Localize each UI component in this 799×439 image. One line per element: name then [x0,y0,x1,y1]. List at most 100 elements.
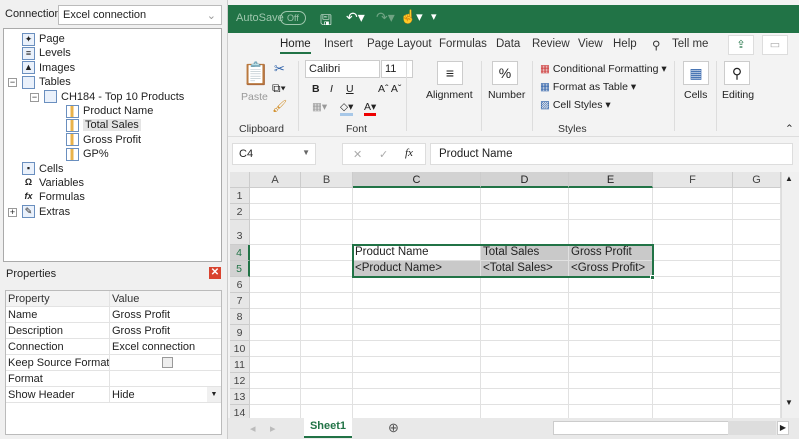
tree-item[interactable]: Tables [22,75,71,89]
conditional-formatting-button[interactable]: ▦ Conditional Formatting ▾ [540,63,667,75]
tree-item[interactable]: fx Formulas [22,190,84,204]
enter-icon[interactable]: ✓ [379,148,388,161]
cell-F8[interactable] [653,309,733,325]
row-header-7[interactable]: 7 [230,293,250,309]
cell-F2[interactable] [653,204,733,220]
property-row[interactable]: Keep Source Formats [6,355,221,371]
cell-F5[interactable] [653,261,733,277]
cell-D7[interactable] [481,293,569,309]
cell-F6[interactable] [653,277,733,293]
property-value[interactable] [110,371,221,386]
cell-G3[interactable] [733,220,781,245]
worksheet-grid[interactable]: A B C D E F G 1 2 3 4 Product Name Total Sales Gross … [230,172,781,420]
cell-D8[interactable] [481,309,569,325]
cell-E7[interactable] [569,293,653,309]
add-sheet-icon[interactable]: ⊕ [388,420,399,436]
property-row[interactable]: Connection Excel connection [6,339,221,355]
property-row[interactable]: Format [6,371,221,387]
cell-D6[interactable] [481,277,569,293]
undo-icon[interactable]: ↶▾ [346,9,365,26]
property-value[interactable]: Gross Profit [110,323,221,338]
font-size-select[interactable]: 11 [381,60,413,78]
cell-D3[interactable] [481,220,569,245]
property-row[interactable]: Name Gross Profit [6,307,221,323]
autosave-toggle[interactable]: Off [280,11,306,25]
cell-C1[interactable] [353,188,481,204]
cell-styles-button[interactable]: ▨ Cell Styles ▾ [540,99,611,111]
cell-A6[interactable] [250,277,301,293]
cell-D13[interactable] [481,389,569,405]
scroll-up-icon[interactable]: ▲ [785,174,793,183]
cell-E10[interactable] [569,341,653,357]
column-header-C[interactable]: C [353,172,481,188]
comments-icon[interactable]: ▭ [762,35,788,55]
select-all-corner[interactable] [230,172,250,188]
search-icon[interactable]: ⚲ [652,38,660,52]
save-icon[interactable]: 🖫 [320,10,332,34]
cell-E5[interactable]: <Gross Profit> [569,261,653,277]
cell-G9[interactable] [733,325,781,341]
cell-C6[interactable] [353,277,481,293]
row-header-6[interactable]: 6 [230,277,250,293]
cell-D12[interactable] [481,373,569,389]
name-box[interactable]: C4 ▼ [232,143,316,165]
cell-A10[interactable] [250,341,301,357]
cell-G5[interactable] [733,261,781,277]
cell-D2[interactable] [481,204,569,220]
cell-A5[interactable] [250,261,301,277]
cancel-icon[interactable]: ✕ [353,148,362,161]
font-name-select[interactable]: Calibri [305,60,380,78]
tree-item[interactable]: Ω Variables [22,176,84,190]
tab-data[interactable]: Data [496,38,520,50]
cell-C13[interactable] [353,389,481,405]
collapse-ribbon-icon[interactable]: ⌃ [785,123,794,135]
cell-B8[interactable] [301,309,353,325]
number-button[interactable]: Number [488,89,525,101]
cut-icon[interactable]: ✂ [274,61,285,77]
cell-G13[interactable] [733,389,781,405]
scroll-right-icon[interactable]: ▶ [777,421,789,435]
cell-A1[interactable] [250,188,301,204]
tree-item[interactable]: Gross Profit [66,133,141,147]
row-header-8[interactable]: 8 [230,309,250,325]
cell-C4[interactable]: Product Name [353,245,481,261]
cell-C8[interactable] [353,309,481,325]
cell-B11[interactable] [301,357,353,373]
cell-C9[interactable] [353,325,481,341]
tree-item[interactable]: ≡ Levels [22,46,71,60]
cell-F3[interactable] [653,220,733,245]
cell-C2[interactable] [353,204,481,220]
bold-button[interactable]: B [312,83,320,95]
cell-G10[interactable] [733,341,781,357]
cell-E8[interactable] [569,309,653,325]
row-header-3[interactable]: 3 [230,220,250,245]
cell-E9[interactable] [569,325,653,341]
cell-E3[interactable] [569,220,653,245]
chevron-down-icon[interactable]: ▼ [207,387,221,402]
cell-F7[interactable] [653,293,733,309]
connection-select[interactable]: Excel connection ⌄ [58,5,222,25]
tree-item[interactable]: GP% [66,147,109,161]
row-header-13[interactable]: 13 [230,389,250,405]
underline-button[interactable]: U [346,83,354,95]
cell-G1[interactable] [733,188,781,204]
property-value[interactable]: Gross Profit [110,307,221,322]
cell-E6[interactable] [569,277,653,293]
cell-A2[interactable] [250,204,301,220]
tab-insert[interactable]: Insert [324,38,353,50]
column-header-E[interactable]: E [569,172,653,188]
property-row[interactable]: Description Gross Profit [6,323,221,339]
row-header-1[interactable]: 1 [230,188,250,204]
tell-me-search[interactable]: Tell me [672,38,708,50]
cell-B9[interactable] [301,325,353,341]
tree-item[interactable]: ▲ Images [22,61,75,75]
redo-icon[interactable]: ↷▾ [376,9,395,26]
insert-function-icon[interactable]: fx [405,147,413,159]
cell-B4[interactable] [301,245,353,261]
column-header-B[interactable]: B [301,172,353,188]
cell-A8[interactable] [250,309,301,325]
cells-icon[interactable]: ▦ [683,61,709,85]
expand-toggle-icon[interactable]: − [30,92,39,102]
alignment-icon[interactable]: ≡ [437,61,463,85]
cell-B6[interactable] [301,277,353,293]
